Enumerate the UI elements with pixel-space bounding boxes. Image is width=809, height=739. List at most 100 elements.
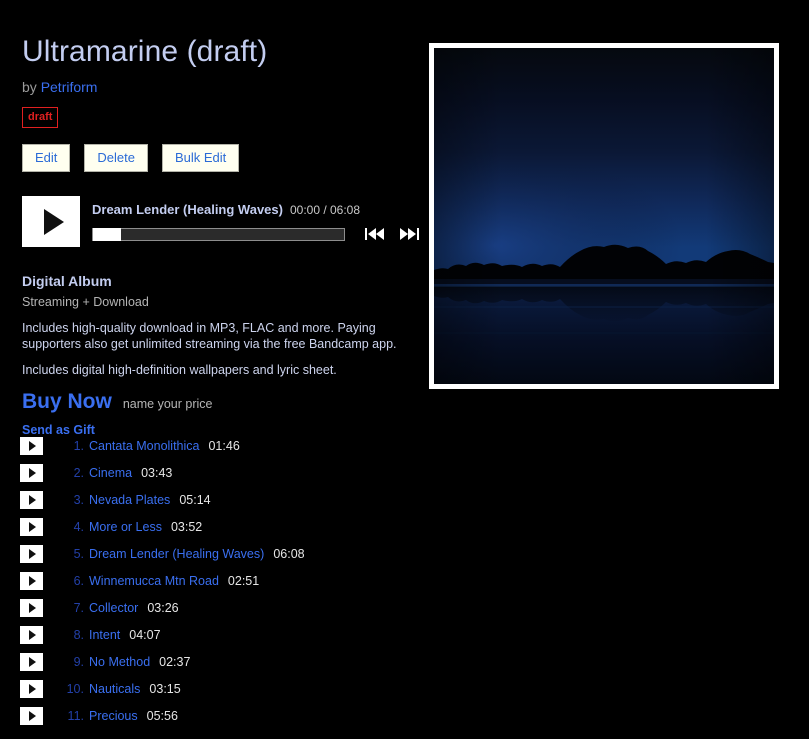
track-play-icon[interactable] [20, 436, 43, 455]
price-note: name your price [122, 397, 213, 411]
album-cover-art [434, 48, 774, 384]
track-row[interactable]: 7. Collector 03:26 [20, 594, 450, 621]
album-art-frame[interactable] [429, 43, 779, 389]
now-playing-line: Dream Lender (Healing Waves) 00:00 / 06:0… [92, 202, 419, 218]
skip-next-icon[interactable] [399, 227, 419, 241]
track-row[interactable]: 2. Cinema 03:43 [20, 459, 450, 486]
track-number: 10. [66, 681, 84, 696]
purchase-subheading: Streaming + Download [22, 295, 149, 309]
skip-previous-icon[interactable] [365, 227, 385, 241]
prev-tri-2 [376, 228, 384, 240]
track-duration: 06:08 [273, 546, 305, 561]
track-play-icon[interactable] [20, 598, 43, 617]
track-duration: 03:43 [141, 465, 173, 480]
track-play-icon[interactable] [20, 544, 43, 563]
bulk-edit-button[interactable]: Bulk Edit [161, 144, 240, 172]
progress-handle[interactable] [93, 227, 121, 241]
next-tri-2 [408, 228, 416, 240]
track-duration: 03:52 [170, 519, 203, 534]
now-playing-title[interactable]: Dream Lender (Healing Waves) [92, 202, 283, 217]
play-triangle [29, 710, 36, 721]
play-triangle [29, 467, 36, 478]
track-title-link[interactable]: Cinema [89, 466, 132, 480]
track-title-link[interactable]: Nevada Plates [89, 493, 170, 507]
track-row[interactable]: 3. Nevada Plates 05:14 [20, 486, 450, 513]
play-triangle [29, 575, 36, 586]
progress-bar[interactable] [92, 227, 345, 241]
track-row[interactable]: 4. More or Less 03:52 [20, 513, 450, 540]
artist-link[interactable]: Petriform [41, 79, 98, 95]
play-triangle [29, 494, 36, 505]
track-play-icon[interactable] [20, 490, 43, 509]
track-play-icon[interactable] [20, 463, 43, 482]
play-triangle [29, 440, 36, 451]
track-duration: 02:51 [227, 573, 260, 588]
track-play-icon[interactable] [20, 517, 43, 536]
track-row[interactable]: 8. Intent 04:07 [20, 621, 450, 648]
track-title-link[interactable]: Intent [89, 628, 120, 642]
track-number: 4. [73, 519, 84, 534]
play-triangle [29, 521, 36, 532]
track-number: 6. [73, 573, 84, 588]
track-play-icon[interactable] [20, 652, 43, 671]
track-number: 3. [73, 492, 84, 507]
track-play-icon[interactable] [20, 571, 43, 590]
buy-now-button[interactable]: Buy Now [22, 390, 112, 414]
track-number: 1. [73, 438, 84, 453]
track-number: 2. [73, 465, 84, 480]
track-title-link[interactable]: Dream Lender (Healing Waves) [89, 547, 264, 561]
byline-prefix: by [22, 79, 37, 95]
next-tri-1 [400, 228, 408, 240]
track-duration: 03:15 [149, 681, 181, 696]
play-triangle [29, 602, 36, 613]
play-icon[interactable] [22, 196, 80, 247]
track-play-icon[interactable] [20, 706, 43, 725]
track-duration: 05:56 [146, 708, 178, 723]
track-duration: 03:26 [147, 600, 179, 615]
track-row[interactable]: 6. Winnemucca Mtn Road 02:51 [20, 567, 450, 594]
play-triangle [29, 548, 36, 559]
track-number: 5. [73, 546, 84, 561]
purchase-heading: Digital Album [22, 273, 112, 289]
prev-bar [365, 228, 367, 240]
track-row[interactable]: 10. Nauticals 03:15 [20, 675, 450, 702]
track-title-link[interactable]: Winnemucca Mtn Road [89, 574, 219, 588]
play-triangle [43, 208, 64, 235]
purchase-block: Digital Album Streaming + Download Inclu… [22, 272, 412, 438]
track-duration: 01:46 [208, 438, 240, 453]
track-title-link[interactable]: Collector [89, 601, 138, 615]
track-row[interactable]: 11. Precious 05:56 [20, 702, 450, 729]
next-bar [417, 228, 419, 240]
track-title-link[interactable]: Nauticals [89, 682, 140, 696]
track-play-icon[interactable] [20, 679, 43, 698]
player-controls: Dream Lender (Healing Waves) 00:00 / 06:0… [92, 196, 419, 241]
audio-player: Dream Lender (Healing Waves) 00:00 / 06:0… [22, 196, 419, 247]
album-info-column: Ultramarine (draft) by Petriform draft E… [22, 34, 419, 438]
track-row[interactable]: 9. No Method 02:37 [20, 648, 450, 675]
track-duration: 05:14 [179, 492, 211, 507]
play-triangle [29, 683, 36, 694]
page-title: Ultramarine (draft) [22, 35, 268, 68]
buy-row: Buy Now name your price [22, 390, 412, 414]
track-row[interactable]: 1. Cantata Monolithica 01:46 [20, 432, 450, 459]
playback-time: 00:00 / 06:08 [289, 203, 361, 217]
delete-button[interactable]: Delete [84, 144, 148, 172]
track-row[interactable]: 5. Dream Lender (Healing Waves) 06:08 [20, 540, 450, 567]
play-triangle [29, 629, 36, 640]
track-number: 11. [67, 708, 84, 723]
purchase-description-2: Includes digital high-definition wallpap… [22, 363, 337, 377]
status-badge: draft [22, 107, 59, 128]
action-button-group: Edit Delete Bulk Edit [22, 144, 412, 172]
track-title-link[interactable]: No Method [89, 655, 150, 669]
play-triangle [29, 656, 36, 667]
track-duration: 02:37 [159, 654, 191, 669]
byline: by Petriform [22, 78, 412, 96]
track-title-link[interactable]: Cantata Monolithica [89, 439, 199, 453]
track-title-link[interactable]: Precious [89, 709, 138, 723]
track-number: 7. [73, 600, 84, 615]
track-duration: 04:07 [129, 627, 161, 642]
track-play-icon[interactable] [20, 625, 43, 644]
tracklist: 1. Cantata Monolithica 01:46 2. Cinema 03:43 3… [20, 432, 450, 729]
track-title-link[interactable]: More or Less [89, 520, 162, 534]
edit-button[interactable]: Edit [22, 144, 71, 172]
